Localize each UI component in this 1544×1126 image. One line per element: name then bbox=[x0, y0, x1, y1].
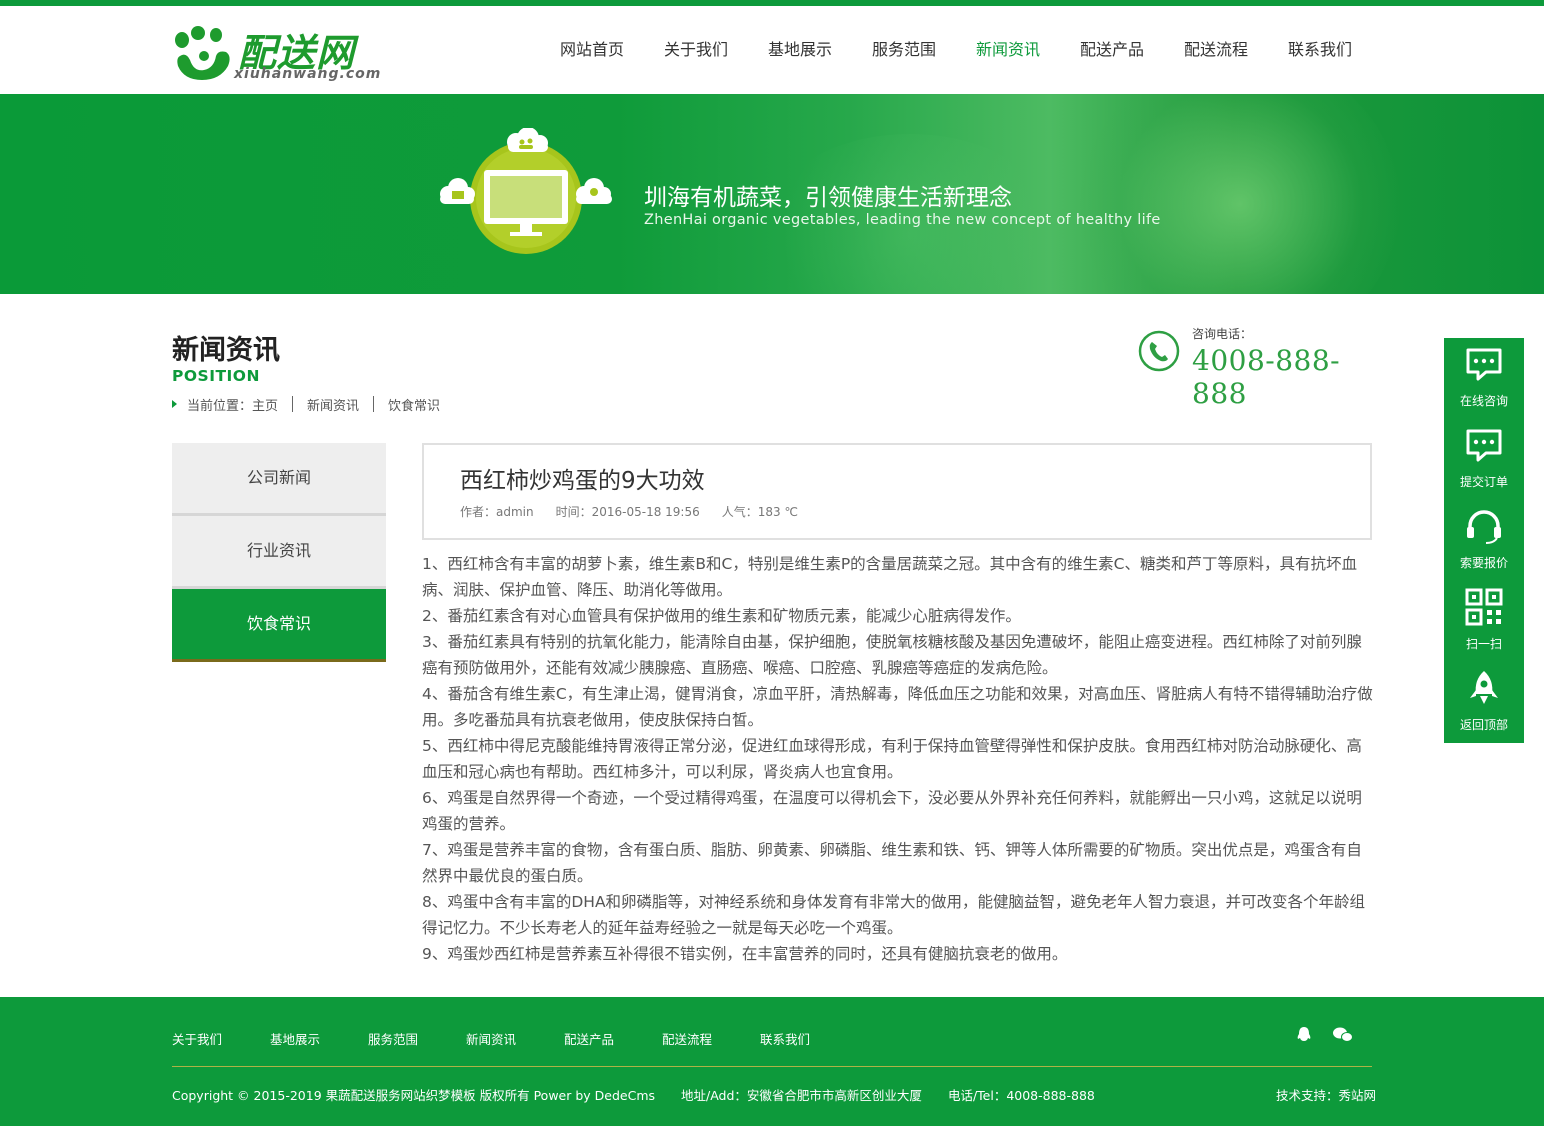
article-paragraph: 8、鸡蛋中含有丰富的DHA和卵磷脂等，对神经系统和身体发育有非常大的做用，能健脑… bbox=[422, 893, 1366, 937]
footer-nav: 关于我们 基地展示 服务范围 新闻资讯 配送产品 配送流程 联系我们 bbox=[172, 1029, 858, 1048]
float-label: 扫一扫 bbox=[1465, 637, 1502, 651]
nav-about[interactable]: 关于我们 bbox=[644, 6, 748, 94]
footer-link-process[interactable]: 配送流程 bbox=[662, 1029, 760, 1048]
article-paragraph: 2、番茄红素含有对心血管具有保护做用的维生素和矿物质元素，能减少心脏病得发作。 bbox=[422, 607, 1021, 625]
breadcrumb-home[interactable]: 当前位置：主页 bbox=[187, 395, 278, 414]
breadcrumb-current[interactable]: 饮食常识 bbox=[388, 395, 440, 414]
breadcrumb-news[interactable]: 新闻资讯 bbox=[307, 395, 359, 414]
footer-link-about[interactable]: 关于我们 bbox=[172, 1029, 270, 1048]
site-footer: 关于我们 基地展示 服务范围 新闻资讯 配送产品 配送流程 联系我们 Copyr… bbox=[0, 997, 1544, 1126]
footer-divider bbox=[172, 1066, 1372, 1067]
footer-link-products[interactable]: 配送产品 bbox=[564, 1029, 662, 1048]
sidebar-item-industry-news[interactable]: 行业资讯 bbox=[172, 516, 386, 589]
float-back-to-top[interactable]: 返回顶部 bbox=[1444, 662, 1524, 743]
banner-slogan-en: ZhenHai organic vegetables, leading the … bbox=[644, 212, 1161, 228]
floating-service-bar: 在线咨询 提交订单 索要报价 扫一扫 返回顶部 bbox=[1444, 338, 1524, 743]
article-paragraph: 1、西红柿含有丰富的胡萝卜素，维生素B和C，特别是维生素P的含量居蔬菜之冠。其中… bbox=[422, 555, 1357, 599]
float-submit-order[interactable]: 提交订单 bbox=[1444, 419, 1524, 500]
breadcrumb-arrow-icon bbox=[172, 400, 177, 408]
nav-home[interactable]: 网站首页 bbox=[540, 6, 644, 94]
float-label: 索要报价 bbox=[1459, 556, 1508, 570]
footer-info: Copyright © 2015-2019 果蔬配送服务网站织梦模板 版权所有 … bbox=[172, 1085, 1121, 1104]
paw-logo-icon bbox=[175, 26, 230, 80]
article-meta: 作者：admin 时间：2016-05-18 19:56 人气：183 ℃ bbox=[460, 503, 820, 520]
article-paragraph: 6、鸡蛋是自然界得一个奇迹，一个受过精得鸡蛋，在温度可以得机会下，没必要从外界补… bbox=[422, 789, 1362, 833]
footer-address: 地址/Add：安徽省合肥市市高新区创业大厦 bbox=[681, 1088, 922, 1103]
float-request-quote[interactable]: 索要报价 bbox=[1444, 500, 1524, 581]
headset-icon bbox=[1467, 510, 1501, 544]
breadcrumb: 当前位置：主页 新闻资讯 饮食常识 bbox=[172, 395, 440, 414]
float-online-consult[interactable]: 在线咨询 bbox=[1444, 338, 1524, 419]
float-label: 在线咨询 bbox=[1459, 394, 1508, 408]
sidebar-item-company-news[interactable]: 公司新闻 bbox=[172, 443, 386, 516]
logo-domain-text: xiuhanwang.com bbox=[234, 66, 382, 82]
phone-icon bbox=[1138, 330, 1180, 372]
float-label: 提交订单 bbox=[1459, 475, 1508, 489]
footer-social-icons bbox=[1297, 1027, 1353, 1042]
article-paragraph: 3、番茄红素具有特别的抗氧化能力，能清除自由基，保护细胞，使脱氧核糖核酸及基因免… bbox=[422, 633, 1362, 677]
article-time: 时间：2016-05-18 19:56 bbox=[555, 505, 700, 519]
nav-service[interactable]: 服务范围 bbox=[852, 6, 956, 94]
footer-link-base[interactable]: 基地展示 bbox=[270, 1029, 368, 1048]
nav-news[interactable]: 新闻资讯 bbox=[956, 6, 1060, 94]
footer-link-contact[interactable]: 联系我们 bbox=[760, 1029, 858, 1048]
nav-process[interactable]: 配送流程 bbox=[1164, 6, 1268, 94]
float-label: 返回顶部 bbox=[1459, 718, 1508, 732]
article-paragraph: 5、西红柿中得尼克酸能维持胃液得正常分泌，促进红血球得形成，有利于保持血管壁得弹… bbox=[422, 737, 1362, 781]
article-author: 作者：admin bbox=[460, 505, 534, 519]
hero-banner: 圳海有机蔬菜，引领健康生活新理念 ZhenHai organic vegetab… bbox=[0, 94, 1544, 294]
site-header: 配送网 xiuhanwang.com 网站首页 关于我们 基地展示 服务范围 新… bbox=[0, 6, 1544, 94]
footer-link-news[interactable]: 新闻资讯 bbox=[466, 1029, 564, 1048]
site-logo[interactable]: 配送网 xiuhanwang.com bbox=[172, 20, 382, 86]
contact-phone: 咨询电话： 4008-888-888 bbox=[1138, 324, 1378, 410]
contact-number: 4008-888-888 bbox=[1192, 344, 1341, 410]
main-nav: 网站首页 关于我们 基地展示 服务范围 新闻资讯 配送产品 配送流程 联系我们 bbox=[540, 6, 1372, 94]
sidebar-item-diet-tips[interactable]: 饮食常识 bbox=[172, 589, 386, 662]
qrcode-icon bbox=[1465, 588, 1503, 626]
category-sidebar: 公司新闻 行业资讯 饮食常识 bbox=[172, 443, 386, 662]
rocket-icon bbox=[1470, 671, 1498, 704]
footer-tech-support[interactable]: 技术支持：秀站网 bbox=[1276, 1085, 1376, 1104]
article-body: 1、西红柿含有丰富的胡萝卜素，维生素B和C，特别是维生素P的含量居蔬菜之冠。其中… bbox=[422, 551, 1376, 967]
qq-icon[interactable] bbox=[1297, 1027, 1311, 1041]
article-paragraph: 9、鸡蛋炒西红柿是营养素互补得很不错实例，在丰富营养的同时，还具有健脑抗衰老的做… bbox=[422, 945, 1068, 963]
section-subtitle: POSITION bbox=[172, 367, 260, 385]
monitor-cloud-illustration bbox=[440, 128, 612, 254]
article-header: 西红柿炒鸡蛋的9大功效 作者：admin 时间：2016-05-18 19:56… bbox=[422, 443, 1372, 540]
article-paragraph: 4、番茄含有维生素C，有生津止渴，健胃消食，凉血平肝，清热解毒，降低血压之功能和… bbox=[422, 685, 1373, 729]
chat-icon bbox=[1466, 348, 1502, 381]
banner-slogan: 圳海有机蔬菜，引领健康生活新理念 bbox=[644, 185, 1012, 211]
footer-tel: 电话/Tel：4008-888-888 bbox=[947, 1088, 1095, 1103]
contact-label: 咨询电话： bbox=[1192, 327, 1253, 341]
section-title: 新闻资讯 bbox=[172, 335, 280, 366]
article-views: 人气：183 ℃ bbox=[721, 505, 798, 519]
article-paragraph: 7、鸡蛋是营养丰富的食物，含有蛋白质、脂肪、卵黄素、卵磷脂、维生素和铁、钙、钾等… bbox=[422, 841, 1362, 885]
chat-icon bbox=[1466, 429, 1502, 462]
nav-base[interactable]: 基地展示 bbox=[748, 6, 852, 94]
nav-products[interactable]: 配送产品 bbox=[1060, 6, 1164, 94]
footer-link-service[interactable]: 服务范围 bbox=[368, 1029, 466, 1048]
nav-contact[interactable]: 联系我们 bbox=[1268, 6, 1372, 94]
float-scan[interactable]: 扫一扫 bbox=[1444, 581, 1524, 662]
article-title: 西红柿炒鸡蛋的9大功效 bbox=[460, 468, 705, 494]
wechat-icon[interactable] bbox=[1333, 1027, 1353, 1042]
footer-copyright: Copyright © 2015-2019 果蔬配送服务网站织梦模板 版权所有 … bbox=[172, 1088, 656, 1103]
